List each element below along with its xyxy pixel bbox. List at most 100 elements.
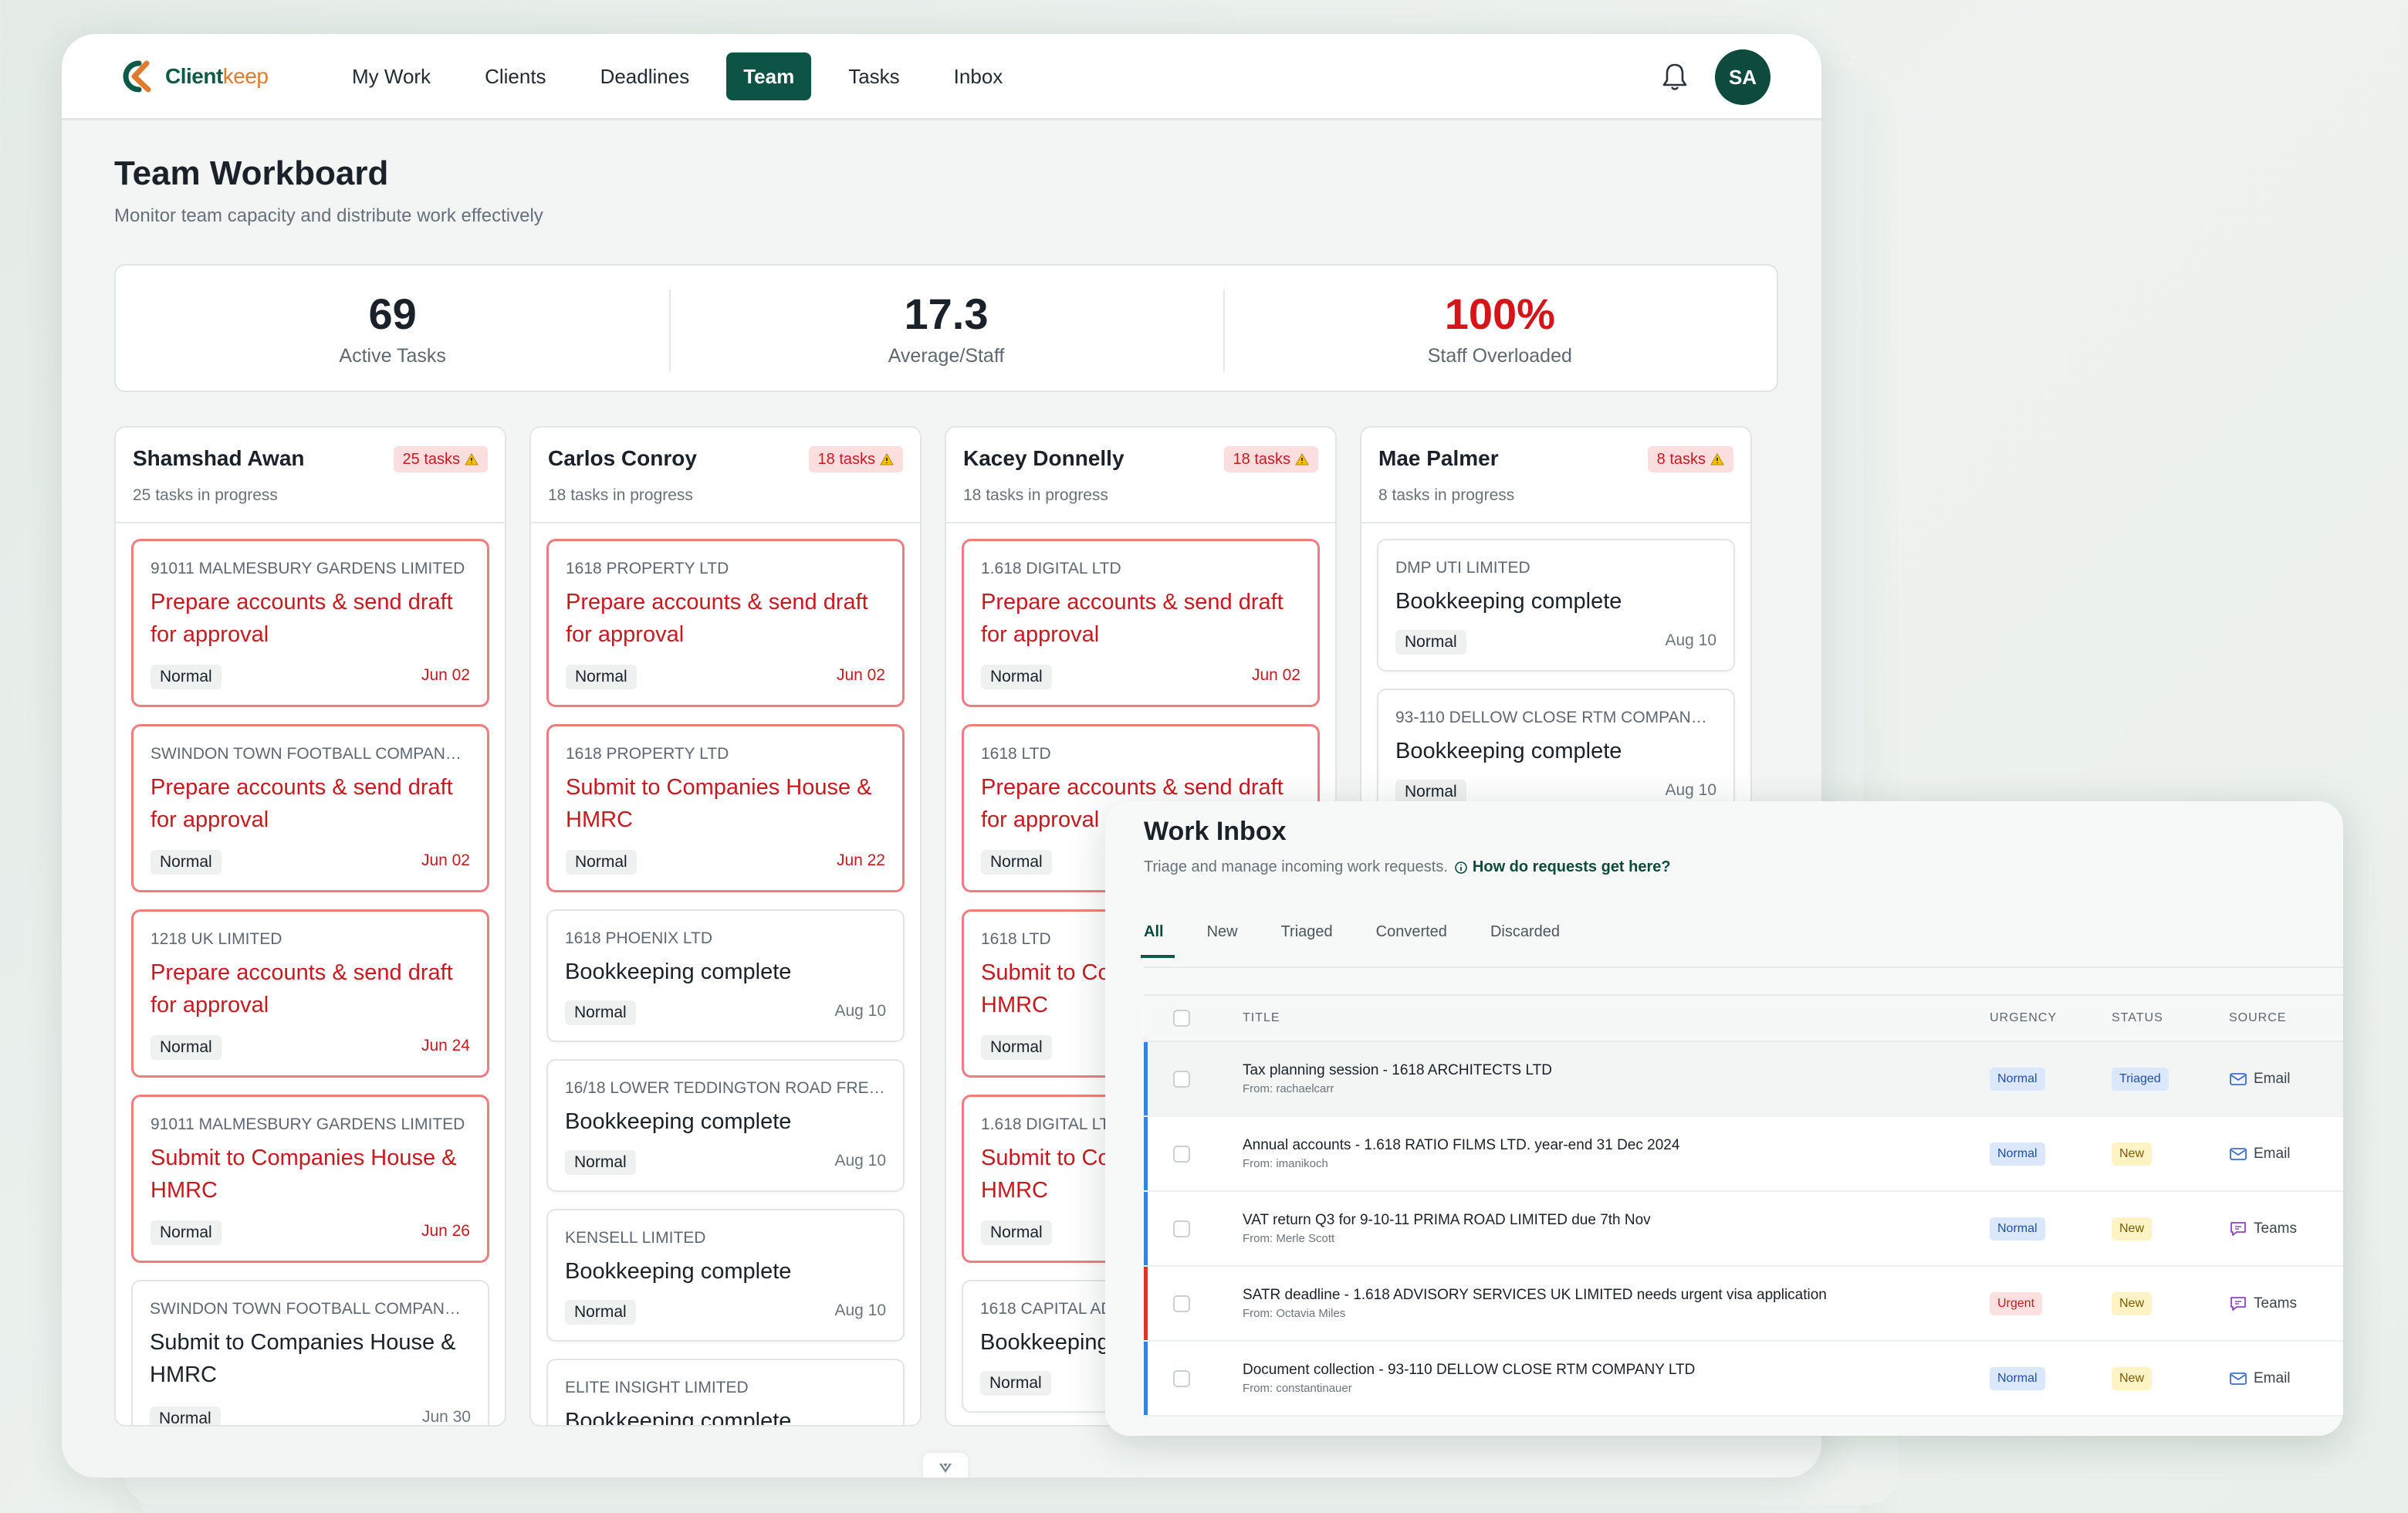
task-title: Bookkeeping complete	[1395, 589, 1622, 614]
select-all-checkbox[interactable]	[1173, 1010, 1190, 1027]
request-title: Document collection - 93-110 DELLOW CLOS…	[1243, 1362, 1696, 1378]
table-row[interactable]: Tax planning session - 1618 ARCHITECTS L…	[1144, 1042, 2343, 1117]
tab-discarded[interactable]: Discarded	[1490, 923, 1560, 958]
inbox-title: Work Inbox	[1144, 817, 1287, 846]
task-card[interactable]: 1618 PROPERTY LTD Submit to Companies Hou…	[546, 724, 905, 892]
priority-badge: Normal	[565, 1300, 636, 1325]
staff-column: Shamshad Awan 25 tasks 25 tasks in progres…	[114, 426, 506, 1427]
tab-triaged[interactable]: Triaged	[1281, 923, 1333, 958]
user-avatar[interactable]: SA	[1715, 49, 1770, 105]
request-title: Tax planning session - 1618 ARCHITECTS L…	[1243, 1062, 1552, 1078]
tab-new[interactable]: New	[1207, 923, 1238, 958]
row-checkbox[interactable]	[1173, 1295, 1190, 1312]
info-icon	[1455, 861, 1467, 874]
priority-badge: Normal	[565, 1150, 636, 1175]
priority-badge: Normal	[981, 1035, 1052, 1060]
staff-name[interactable]: Kacey Donnelly	[963, 446, 1125, 471]
source-cell: Email	[2229, 1146, 2343, 1163]
nav-item-team[interactable]: Team	[726, 52, 812, 100]
nav-menu: My Work Clients Deadlines Team Tasks Inbox	[335, 52, 1040, 100]
task-card[interactable]: 1618 PROPERTY LTD Prepare accounts & send…	[546, 539, 905, 707]
task-card[interactable]: 91011 MALMESBURY GARDENS LIMITED Submit t…	[131, 1095, 489, 1263]
task-count-text: 8 tasks	[1656, 450, 1706, 468]
nav-item-clients[interactable]: Clients	[468, 52, 563, 100]
col-status[interactable]: STATUS	[2112, 1011, 2229, 1025]
due-date: Jun 02	[421, 851, 470, 869]
task-card[interactable]: 91011 MALMESBURY GARDENS LIMITED Prepare …	[131, 539, 489, 707]
task-title: Submit to Companies House & HMRC	[150, 1146, 457, 1203]
row-checkbox[interactable]	[1173, 1070, 1190, 1088]
chevron-down-icon	[939, 1463, 952, 1473]
due-date: Aug 10	[1665, 781, 1716, 799]
row-checkbox[interactable]	[1173, 1145, 1190, 1163]
column-header: Kacey Donnelly 18 tasks 18 tasks in progre…	[946, 428, 1335, 523]
page-subtitle: Monitor team capacity and distribute wor…	[114, 205, 543, 226]
row-checkbox[interactable]	[1173, 1220, 1190, 1237]
status-badge: New	[2112, 1291, 2153, 1315]
nav-item-my-work[interactable]: My Work	[335, 52, 448, 100]
task-card[interactable]: 16/18 LOWER TEDDINGTON ROAD FREEHOLD LIM…	[546, 1059, 905, 1192]
source-cell: Teams	[2229, 1295, 2343, 1312]
task-card[interactable]: 1618 PHOENIX LTD Bookkeeping complete Norm…	[546, 909, 905, 1042]
due-date: Jun 02	[1251, 666, 1300, 684]
col-urgency[interactable]: URGENCY	[1990, 1011, 2112, 1025]
brand-logo[interactable]: Clientkeep	[116, 59, 269, 94]
task-card[interactable]: KENSELL LIMITED Bookkeeping complete Norma…	[546, 1209, 905, 1342]
urgency-badge: Normal	[1990, 1142, 2045, 1166]
scroll-down-button[interactable]	[923, 1453, 968, 1477]
row-checkbox[interactable]	[1173, 1369, 1190, 1387]
request-title: SATR deadline - 1.618 ADVISORY SERVICES …	[1243, 1287, 1827, 1303]
task-card[interactable]: ELITE INSIGHT LIMITED Bookkeeping complet…	[546, 1359, 905, 1425]
status-badge: New	[2112, 1366, 2153, 1390]
status-cell: New	[2112, 1366, 2229, 1390]
task-title: Bookkeeping complete	[565, 960, 792, 984]
nav-item-inbox[interactable]: Inbox	[937, 52, 1020, 100]
staff-name[interactable]: Mae Palmer	[1378, 446, 1499, 471]
request-title: Annual accounts - 1.618 RATIO FILMS LTD.…	[1243, 1137, 1680, 1153]
request-from: From: Merle Scott	[1243, 1232, 1335, 1245]
work-inbox-panel: Work Inbox Triage and manage incoming wo…	[1105, 801, 2343, 1436]
task-card[interactable]: 1.618 DIGITAL LTD Prepare accounts & send…	[962, 539, 1320, 707]
task-client: 1618 PHOENIX LTD	[565, 929, 713, 947]
task-client: 1218 UK LIMITED	[150, 930, 282, 948]
table-row[interactable]: Annual accounts - 1.618 RATIO FILMS LTD.…	[1144, 1117, 2343, 1192]
task-card[interactable]: 1218 UK LIMITED Prepare accounts & send d…	[131, 909, 489, 1078]
stat-label: Staff Overloaded	[1427, 344, 1572, 367]
col-source[interactable]: SOURCE	[2229, 1011, 2343, 1025]
task-count-badge: 18 tasks	[1223, 446, 1318, 472]
stat-value: 17.3	[904, 289, 989, 338]
warning-icon	[1295, 453, 1309, 465]
task-count-badge: 18 tasks	[808, 446, 903, 472]
task-card[interactable]: SWINDON TOWN FOOTBALL COMPANY LIMITED Sub…	[131, 1280, 489, 1425]
task-card[interactable]: DMP UTI LIMITED Bookkeeping complete Norma…	[1377, 539, 1735, 672]
table-row[interactable]: SATR deadline - 1.618 ADVISORY SERVICES …	[1144, 1267, 2343, 1342]
tabs-divider	[1144, 966, 2343, 968]
inbox-subtitle: Triage and manage incoming work requests…	[1144, 858, 1671, 876]
column-header: Mae Palmer 8 tasks 8 tasks in progress	[1361, 428, 1750, 523]
staff-subtitle: 18 tasks in progress	[548, 486, 693, 504]
urgency-cell: Normal	[1990, 1366, 2112, 1390]
task-card[interactable]: SWINDON TOWN FOOTBALL COMPANY LIMITED Pre…	[131, 724, 489, 892]
table-row[interactable]: Document collection - 93-110 DELLOW CLOS…	[1144, 1342, 2343, 1417]
due-date: Aug 10	[834, 1002, 886, 1020]
staff-name[interactable]: Carlos Conroy	[548, 446, 697, 471]
nav-item-deadlines[interactable]: Deadlines	[583, 52, 707, 100]
col-title[interactable]: TITLE	[1243, 1011, 1990, 1025]
mail-icon	[2230, 1147, 2247, 1160]
due-date: Jun 22	[836, 851, 885, 869]
table-header: TITLE URGENCY STATUS SOURCE	[1144, 996, 2343, 1042]
staff-name[interactable]: Shamshad Awan	[133, 446, 305, 471]
stat-card: 100% Staff Overloaded	[1223, 289, 1777, 371]
priority-badge: Normal	[565, 1000, 636, 1025]
bell-icon[interactable]	[1661, 62, 1689, 96]
tab-converted[interactable]: Converted	[1376, 923, 1447, 958]
status-cell: Triaged	[2112, 1067, 2229, 1091]
source-label: Email	[2254, 1369, 2291, 1386]
nav-item-tasks[interactable]: Tasks	[831, 52, 916, 100]
task-client: SWINDON TOWN FOOTBALL COMPANY LIMITED	[150, 745, 470, 763]
task-count-text: 25 tasks	[402, 450, 460, 468]
help-link[interactable]: How do requests get here?	[1454, 858, 1671, 876]
tab-all[interactable]: All	[1141, 923, 1174, 958]
table-row[interactable]: VAT return Q3 for 9-10-11 PRIMA ROAD LIM…	[1144, 1192, 2343, 1267]
request-cell: SATR deadline - 1.618 ADVISORY SERVICES …	[1243, 1287, 1990, 1320]
